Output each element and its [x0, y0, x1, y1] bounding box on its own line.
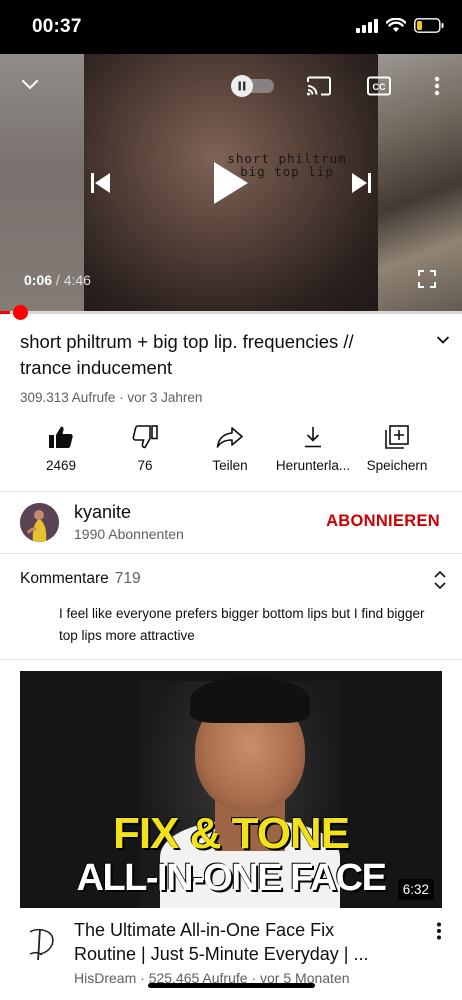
chevron-down-icon — [436, 336, 450, 344]
thumb-person-hair — [190, 677, 310, 723]
comments-heading: Kommentare — [20, 570, 109, 587]
signal-icon — [356, 18, 378, 33]
channel-name[interactable]: kyanite — [74, 502, 131, 523]
thumb-headline-1: FIX & TONE — [112, 809, 350, 858]
divider — [0, 553, 462, 554]
channel-avatar[interactable] — [20, 503, 59, 542]
next-button[interactable] — [346, 167, 378, 199]
next-title-line-1: The Ultimate All-in-One Face Fix — [74, 920, 335, 940]
wifi-icon — [386, 18, 406, 32]
save-button[interactable]: Speichern — [352, 420, 442, 473]
play-pause-button[interactable] — [206, 157, 256, 209]
previous-button[interactable] — [84, 167, 116, 199]
progress-bar[interactable] — [0, 311, 462, 314]
subscribe-button[interactable]: ABONNIEREN — [326, 512, 440, 531]
action-bar: 2469 76 Teilen Herunterla... Speichern — [0, 420, 462, 480]
skip-next-icon — [352, 173, 371, 193]
more-vertical-icon — [437, 922, 441, 940]
next-video-title[interactable]: The Ultimate All-in-One Face Fix Routine… — [74, 918, 414, 966]
like-button[interactable]: 2469 — [16, 420, 106, 473]
description-expand-button[interactable] — [436, 332, 450, 350]
next-title-line-2: Routine | Just 5-Minute Everyday | ... — [74, 944, 369, 964]
share-label: Teilen — [212, 458, 248, 473]
progress-scrubber[interactable] — [13, 305, 28, 320]
thumbs-down-icon — [132, 425, 158, 449]
next-channel-avatar[interactable] — [26, 926, 56, 962]
subscriber-count: 1990 Abonnenten — [74, 526, 184, 542]
captions-button[interactable]: CC — [364, 74, 394, 98]
next-video-thumbnail[interactable]: FIX & TONE ALL-IN-ONE FACE 6:32 — [20, 671, 442, 908]
progress-fill — [0, 311, 10, 314]
comments-expand-button[interactable] — [432, 570, 448, 595]
more-vertical-icon — [434, 76, 440, 96]
upload-age: vor 3 Jahren — [127, 390, 203, 405]
minimize-button[interactable] — [16, 72, 44, 96]
playback-time: 0:06 / 4:46 — [24, 272, 91, 288]
video-meta: 309.313 Aufrufe · vor 3 Jahren — [20, 390, 203, 405]
download-label: Herunterla... — [275, 458, 351, 473]
svg-text:CC: CC — [373, 82, 386, 92]
cast-button[interactable] — [304, 74, 334, 98]
next-channel-name: HisDream — [74, 970, 137, 986]
closed-captions-icon: CC — [367, 76, 391, 96]
comments-header[interactable]: Kommentare 719 — [20, 570, 141, 588]
status-icons — [356, 18, 444, 33]
video-title[interactable]: short philtrum + big top lip. frequencie… — [20, 329, 410, 381]
download-icon — [305, 427, 321, 448]
save-label: Speichern — [366, 458, 428, 473]
unfold-icon — [434, 570, 446, 590]
share-button[interactable]: Teilen — [185, 420, 275, 473]
player-more-button[interactable] — [426, 72, 448, 100]
thumbs-up-icon — [49, 426, 73, 448]
comments-count: 719 — [114, 570, 141, 587]
autoplay-toggle[interactable] — [230, 74, 276, 98]
cast-icon — [307, 76, 331, 96]
next-video-more-button[interactable] — [436, 922, 442, 945]
top-comment[interactable]: I feel like everyone prefers bigger bott… — [59, 603, 429, 647]
current-time: 0:06 — [24, 272, 53, 288]
dislike-count: 76 — [137, 458, 153, 473]
fullscreen-icon — [418, 270, 436, 288]
status-time: 00:37 — [32, 16, 82, 37]
thumb-headline-2: ALL-IN-ONE FACE — [76, 857, 387, 899]
skip-previous-icon — [91, 173, 110, 193]
add-to-playlist-icon — [385, 425, 409, 449]
battery-icon — [414, 18, 444, 33]
channel-logo-icon — [29, 928, 54, 961]
autoplay-pause-icon — [231, 75, 274, 97]
video-player[interactable]: short philtrum big top lip CC 0:06 / 4:4… — [0, 54, 462, 312]
divider — [0, 491, 462, 492]
play-icon — [214, 162, 248, 204]
total-duration: 4:46 — [63, 272, 91, 288]
share-icon — [216, 427, 243, 448]
home-indicator[interactable] — [148, 983, 315, 988]
next-video-duration: 6:32 — [397, 879, 434, 900]
chevron-down-icon — [22, 80, 38, 90]
avatar-image — [20, 503, 59, 542]
view-count: 309.313 Aufrufe — [20, 390, 116, 405]
download-button[interactable]: Herunterla... — [268, 420, 358, 473]
fullscreen-button[interactable] — [414, 266, 440, 292]
divider — [0, 659, 462, 660]
dislike-button[interactable]: 76 — [100, 420, 190, 473]
status-bar: 00:37 — [0, 0, 462, 54]
time-separator: / — [52, 272, 64, 288]
like-count: 2469 — [45, 458, 77, 473]
